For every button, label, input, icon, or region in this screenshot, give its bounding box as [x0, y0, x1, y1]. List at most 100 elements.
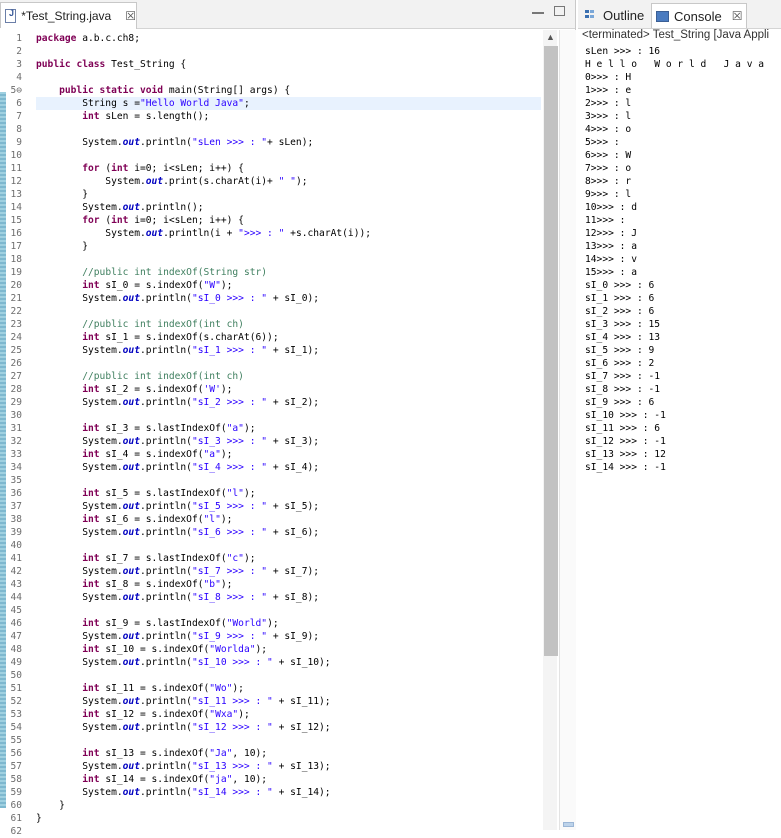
code-area[interactable]: package a.b.c.ch8; public class Test_Stri…: [36, 28, 541, 828]
code-token: int: [82, 384, 100, 395]
code-token: int: [82, 618, 100, 629]
code-token: .print(s.charAt(i)+: [163, 176, 279, 187]
code-line[interactable]: String s ="Hello World Java";: [36, 97, 541, 110]
code-line[interactable]: System.out.println("sI_4 >>> : " + sI_4)…: [36, 461, 319, 474]
code-line[interactable]: }: [36, 240, 88, 253]
code-token: out: [122, 657, 140, 668]
editor-tab-test-string[interactable]: *Test_String.java ☒: [0, 2, 137, 29]
code-line[interactable]: public class Test_String {: [36, 58, 186, 71]
code-line[interactable]: System.out.println("sI_10 >>> : " + sI_1…: [36, 656, 331, 669]
scroll-up-icon[interactable]: ▲: [546, 32, 555, 42]
code-line[interactable]: public static void main(String[] args) {: [36, 84, 290, 97]
code-token: .println(: [139, 722, 192, 733]
code-line[interactable]: }: [36, 799, 65, 812]
code-line[interactable]: }: [36, 812, 42, 825]
code-token: int: [82, 332, 100, 343]
tab-outline[interactable]: Outline: [585, 4, 644, 26]
code-line[interactable]: int sI_9 = s.lastIndexOf("World");: [36, 617, 278, 630]
code-token: System.: [36, 137, 123, 148]
code-token: .println(: [139, 631, 192, 642]
code-token: + sI_12);: [272, 722, 331, 733]
line-number: 2: [16, 46, 22, 57]
code-line[interactable]: System.out.println("sI_13 >>> : " + sI_1…: [36, 760, 330, 773]
code-line[interactable]: System.out.println("sI_9 >>> : " + sI_9)…: [36, 630, 319, 643]
code-line[interactable]: System.out.println("sI_8 >>> : " + sI_8)…: [36, 591, 319, 604]
code-line[interactable]: System.out.print(s.charAt(i)+ " ");: [36, 175, 307, 188]
code-line[interactable]: int sI_1 = s.indexOf(s.charAt(6));: [36, 331, 278, 344]
code-token: sI_0 = s.indexOf(: [99, 280, 204, 291]
code-token: Test_String {: [105, 59, 187, 70]
code-line[interactable]: System.out.println("sI_6 >>> : " + sI_6)…: [36, 526, 319, 539]
code-token: out: [122, 202, 140, 213]
code-line[interactable]: }: [36, 188, 88, 201]
code-token: "Wxa": [209, 709, 239, 720]
code-line[interactable]: System.out.println("sI_2 >>> : " + sI_2)…: [36, 396, 319, 409]
code-line[interactable]: int sI_8 = s.indexOf("b");: [36, 578, 232, 591]
code-line[interactable]: System.out.println("sLen >>> : "+ sLen);: [36, 136, 313, 149]
code-line[interactable]: //public int indexOf(String str): [36, 266, 267, 279]
code-line[interactable]: System.out.println("sI_14 >>> : " + sI_1…: [36, 786, 330, 799]
overview-marker[interactable]: [563, 822, 574, 827]
code-token: "Ja": [209, 748, 233, 759]
console-line: 14>>> : v: [585, 254, 637, 265]
code-line[interactable]: int sI_4 = s.indexOf("a");: [36, 448, 232, 461]
code-line[interactable]: int sI_12 = s.indexOf("Wxa");: [36, 708, 250, 721]
code-line[interactable]: int sI_2 = s.indexOf('W');: [36, 383, 232, 396]
code-token: "sI_2 >>> : ": [191, 397, 268, 408]
code-line[interactable]: System.out.println("sI_3 >>> : " + sI_3)…: [36, 435, 319, 448]
console-line: sI_4 >>> : 13: [585, 332, 661, 343]
code-token: "sI_14 >>> : ": [191, 787, 273, 798]
code-token: out: [122, 397, 140, 408]
code-line[interactable]: int sI_0 = s.indexOf("W");: [36, 279, 232, 292]
code-line[interactable]: System.out.println("sI_5 >>> : " + sI_5)…: [36, 500, 319, 513]
code-line[interactable]: System.out.println("sI_11 >>> : " + sI_1…: [36, 695, 330, 708]
code-line[interactable]: //public int indexOf(int ch): [36, 370, 244, 383]
console-line: 12>>> : J: [585, 228, 637, 239]
code-token: System.: [36, 501, 123, 512]
code-line[interactable]: int sI_6 = s.indexOf("l");: [36, 513, 232, 526]
code-line[interactable]: int sI_10 = s.indexOf("Worlda");: [36, 643, 267, 656]
code-token: //public int indexOf(int ch): [82, 319, 244, 330]
code-line[interactable]: for (int i=0; i<sLen; i++) {: [36, 214, 244, 227]
console-output[interactable]: sLen >>> : 16 H e l l o W o r l d J a v a…: [585, 45, 781, 830]
code-line[interactable]: for (int i=0; i<sLen; i++) {: [36, 162, 244, 175]
code-token: System.: [36, 462, 123, 473]
code-line[interactable]: System.out.println("sI_1 >>> : " + sI_1)…: [36, 344, 319, 357]
code-token: out: [122, 761, 140, 772]
code-line[interactable]: int sI_7 = s.lastIndexOf("c");: [36, 552, 255, 565]
code-line[interactable]: int sI_3 = s.lastIndexOf("a");: [36, 422, 255, 435]
code-token: );: [220, 384, 233, 395]
code-line[interactable]: package a.b.c.ch8;: [36, 32, 140, 45]
code-line[interactable]: System.out.println();: [36, 201, 203, 214]
code-line[interactable]: System.out.println("sI_12 >>> : " + sI_1…: [36, 721, 331, 734]
code-line[interactable]: int sLen = s.length();: [36, 110, 209, 123]
code-line[interactable]: System.out.println(i + ">>> : " +s.charA…: [36, 227, 371, 240]
code-line[interactable]: int sI_14 = s.indexOf("ja", 10);: [36, 773, 267, 786]
code-line[interactable]: System.out.println("sI_0 >>> : " + sI_0)…: [36, 292, 319, 305]
code-token: sI_4 = s.indexOf(: [99, 449, 204, 460]
maximize-icon[interactable]: [554, 6, 565, 16]
code-token: "sI_11 >>> : ": [191, 696, 273, 707]
code-token: }: [36, 189, 88, 200]
minimize-icon[interactable]: [532, 7, 544, 14]
code-line[interactable]: //public int indexOf(int ch): [36, 318, 244, 331]
tab-console[interactable]: Console ☒: [651, 3, 748, 28]
code-line[interactable]: int sI_13 = s.indexOf("Ja", 10);: [36, 747, 267, 760]
editor-scrollbar-thumb[interactable]: [544, 46, 558, 656]
code-line[interactable]: int sI_11 = s.indexOf("Wo");: [36, 682, 244, 695]
close-icon[interactable]: ☒: [732, 9, 743, 23]
code-token: .println(: [139, 657, 192, 668]
code-token: .println(: [139, 501, 192, 512]
code-token: "sI_4 >>> : ": [191, 462, 268, 473]
close-icon[interactable]: ☒: [125, 9, 136, 23]
code-token: int: [82, 111, 100, 122]
code-token: "sI_10 >>> : ": [191, 657, 273, 668]
code-token: + sI_10);: [272, 657, 331, 668]
code-line[interactable]: int sI_5 = s.lastIndexOf("l");: [36, 487, 255, 500]
code-line[interactable]: System.out.println("sI_7 >>> : " + sI_7)…: [36, 565, 319, 578]
